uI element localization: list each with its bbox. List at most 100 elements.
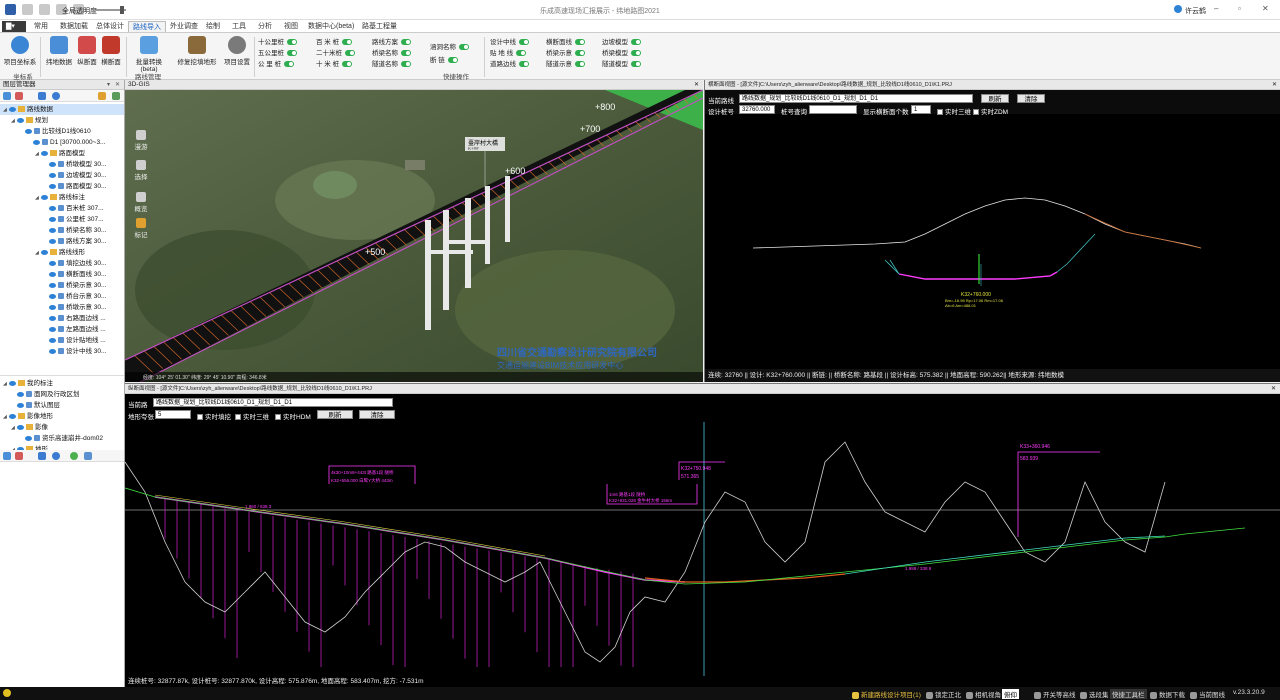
layer-tree-item[interactable]: 设计中线 30... <box>0 346 124 357</box>
file-menu-button[interactable]: ▇▾ <box>2 21 26 32</box>
tab-draw[interactable]: 绘制 <box>202 21 224 32</box>
view-close-icon[interactable]: ✕ <box>694 80 699 90</box>
view-close-icon[interactable]: ✕ <box>1271 384 1276 394</box>
toggle-tunnel-name[interactable]: 隧道名称 <box>372 58 411 68</box>
layer-tree-item[interactable]: ◢ 路线线形 <box>0 247 124 258</box>
layer-tree-item[interactable]: ◢ 路线数据 <box>0 104 124 115</box>
layer-tree-item[interactable]: ◢ 影像地形 <box>0 411 124 422</box>
layer-tree-item[interactable]: ◢ 路面模型 <box>0 148 124 159</box>
visibility-eye-icon[interactable] <box>49 326 56 332</box>
tab-subgrade-quantity[interactable]: 路基工程量 <box>358 21 401 32</box>
remove-layer-icon[interactable] <box>15 452 23 460</box>
new-icon[interactable] <box>38 4 50 15</box>
toggle-10km[interactable]: 十公里桩 <box>258 36 297 46</box>
visibility-eye-icon[interactable] <box>49 337 56 343</box>
visibility-eye-icon[interactable] <box>49 183 56 189</box>
toggle-culvert-name[interactable]: 涵洞名称 <box>430 41 469 51</box>
query-input[interactable] <box>809 105 857 114</box>
layer-tree-item[interactable]: 百米桩 307... <box>0 203 124 214</box>
layer-tree-item[interactable]: ◢ 我的标注 <box>0 378 124 389</box>
toggle-design-centerline[interactable]: 设计中线 <box>490 36 529 46</box>
panel-close-icon[interactable]: ✕ <box>115 80 120 90</box>
layer-tree-item[interactable]: 比较线D1线0610 <box>0 126 124 137</box>
repair-terrain-button[interactable]: 修复挖填地形 <box>176 36 218 66</box>
visibility-eye-icon[interactable] <box>49 260 56 266</box>
move-down-icon[interactable] <box>38 452 46 460</box>
layer-tree-item[interactable]: 面网及行政区划 <box>0 389 124 400</box>
cross-section-button[interactable]: 横断面 <box>94 36 128 66</box>
terrain-scale-select[interactable]: 5 <box>155 410 191 419</box>
view-close-icon[interactable]: ✕ <box>1272 80 1277 90</box>
visibility-eye-icon[interactable] <box>49 238 56 244</box>
layer-tree-item[interactable]: 左路面边线 ... <box>0 324 124 335</box>
layer-tree-item[interactable]: 路面模型 30... <box>0 181 124 192</box>
toggle-chain-break[interactable]: 断 链 <box>430 54 458 64</box>
status-pitch-select[interactable]: 俯仰 <box>1002 689 1019 699</box>
gis-3d-view[interactable]: 3D-GIS ✕ +800 +700 +600 +500 臺岸村大橋 K+## … <box>125 80 703 382</box>
tab-analysis[interactable]: 分析 <box>254 21 276 32</box>
layer-tree-item[interactable]: 桥墩示意 30... <box>0 302 124 313</box>
visibility-eye-icon[interactable] <box>49 315 56 321</box>
overview-button[interactable]: 概览 <box>133 192 149 213</box>
visibility-eye-icon[interactable] <box>41 150 48 156</box>
visibility-eye-icon[interactable] <box>17 402 24 408</box>
profile-route-select[interactable]: 路线数据_规划_比较线D1线0610_D1_规划_D1_D1 <box>153 398 393 407</box>
tab-data-loading[interactable]: 数据加载 <box>56 21 92 32</box>
layer-tree-item[interactable]: 资乐高速崩井-dom02 <box>0 433 124 444</box>
visibility-eye-icon[interactable] <box>49 172 56 178</box>
user-name[interactable]: 许云鹤 <box>1185 6 1206 16</box>
tab-overall-design[interactable]: 总体设计 <box>92 21 128 32</box>
visibility-eye-icon[interactable] <box>9 413 16 419</box>
toggle-tunnel-model[interactable]: 隧道模型 <box>602 58 641 68</box>
toggle-100m[interactable]: 百 米 桩 <box>316 36 353 46</box>
layer-tree-item[interactable]: 路线方案 30... <box>0 236 124 247</box>
layer-tree-item[interactable]: 填挖边线 30... <box>0 258 124 269</box>
project-settings-button[interactable]: 项目设置 <box>220 36 254 66</box>
cross-section-view[interactable]: 横断面视图 - [源文件]C:\Users\zyh_alienware\Desk… <box>704 80 1280 382</box>
tab-tools[interactable]: 工具 <box>228 21 250 32</box>
layer-tree-item[interactable]: 桥梁名称 30... <box>0 225 124 236</box>
status-quick-toolbar[interactable]: 快捷工具栏 <box>1110 689 1147 699</box>
search-icon[interactable] <box>52 92 60 100</box>
search-icon[interactable] <box>52 452 60 460</box>
tab-view[interactable]: 视图 <box>280 21 302 32</box>
visibility-eye-icon[interactable] <box>17 424 24 430</box>
add-layer-icon[interactable] <box>3 92 11 100</box>
roam-button[interactable]: 漫游 <box>133 130 149 151</box>
open-icon[interactable] <box>21 4 33 15</box>
visibility-eye-icon[interactable] <box>9 106 16 112</box>
tab-field-survey[interactable]: 外业调查 <box>166 21 202 32</box>
minimize-icon[interactable]: – <box>1214 4 1218 13</box>
refresh-button[interactable]: 刷新 <box>981 94 1009 103</box>
split-icon[interactable] <box>84 452 92 460</box>
layer-tree-item[interactable]: ◢ 路线标注 <box>0 192 124 203</box>
realtime-3d-profile-checkbox[interactable]: 实时三维 <box>233 411 269 421</box>
maximize-icon[interactable]: ▫ <box>1238 4 1241 13</box>
toggle-20m[interactable]: 二十米桩 <box>316 47 355 57</box>
layer-tree-item[interactable]: 公里桩 307... <box>0 214 124 225</box>
toggle-slope-model[interactable]: 边坡模型 <box>602 36 641 46</box>
visibility-eye-icon[interactable] <box>49 348 56 354</box>
layer-tree-item[interactable]: ◢ 规划 <box>0 115 124 126</box>
status-current-line[interactable]: 当前图线 <box>1190 689 1225 699</box>
visibility-eye-icon[interactable] <box>17 117 24 123</box>
count-select[interactable]: 1 <box>911 105 931 114</box>
toggle-route-plan[interactable]: 路线方案 <box>372 36 411 46</box>
layer-tree-item[interactable]: 桥梁示意 30... <box>0 280 124 291</box>
visibility-eye-icon[interactable] <box>41 194 48 200</box>
layer-tree-item[interactable]: ◢ 影像 <box>0 422 124 433</box>
select-button[interactable]: 选择 <box>133 160 149 181</box>
visibility-eye-icon[interactable] <box>9 380 16 386</box>
project-crs-button[interactable]: 项目坐标系 <box>3 36 37 66</box>
station-input[interactable]: 32760.000 <box>739 105 775 114</box>
toggle-bridge-model[interactable]: 桥梁模型 <box>602 47 641 57</box>
profile-refresh-button[interactable]: 刷新 <box>317 410 353 419</box>
layer-tree-item[interactable]: 桥台示意 30... <box>0 291 124 302</box>
status-new-project[interactable]: 新建路线设计项目(1) <box>852 689 921 699</box>
visibility-eye-icon[interactable] <box>49 304 56 310</box>
toggle-ground-line[interactable]: 贴 地 线 <box>490 47 527 57</box>
remove-layer-icon[interactable] <box>15 92 23 100</box>
visibility-eye-icon[interactable] <box>49 205 56 211</box>
toggle-cross-lines[interactable]: 横断面线 <box>546 36 585 46</box>
toggle-5km[interactable]: 五公里桩 <box>258 47 297 57</box>
